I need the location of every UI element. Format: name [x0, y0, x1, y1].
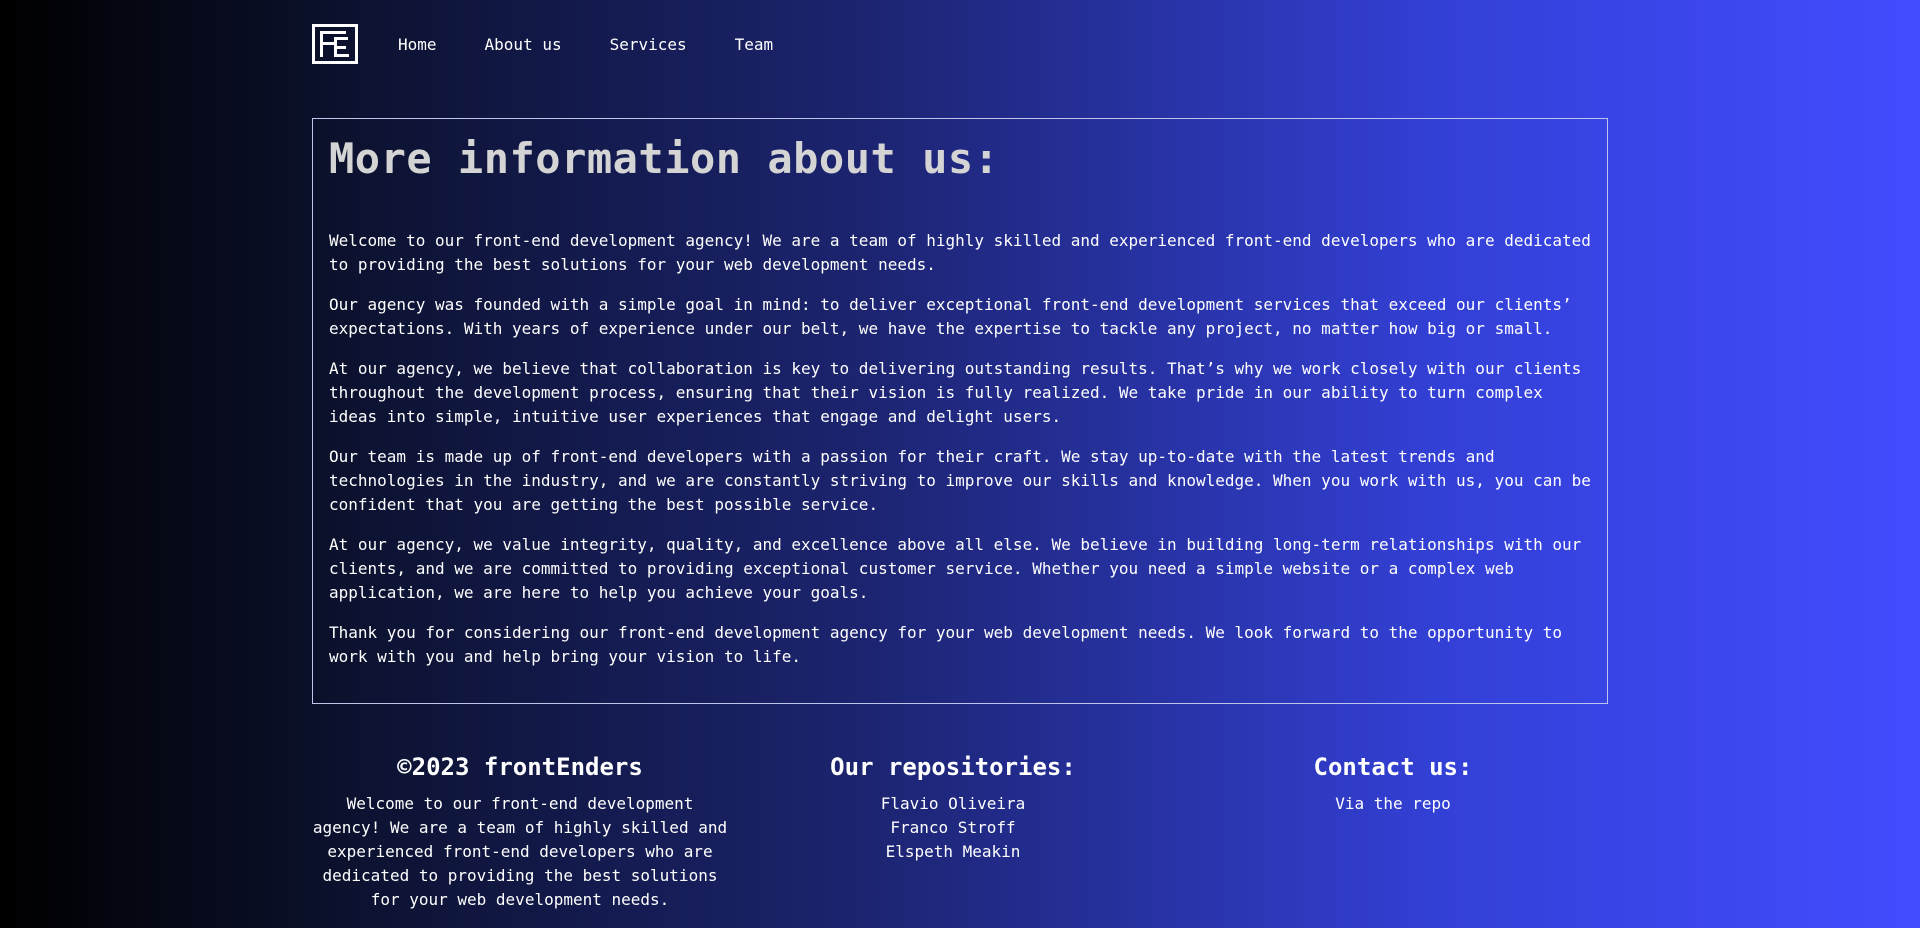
about-paragraph-4: Our team is made up of front-end develop… — [329, 447, 1591, 514]
nav-link-team[interactable]: Team — [735, 35, 774, 54]
nav-link-about-us[interactable]: About us — [485, 35, 562, 54]
repo-link-flavio-oliveira[interactable]: Flavio Oliveira — [728, 792, 1178, 816]
footer-repositories: Our repositories: Flavio Oliveira Franco… — [728, 750, 1178, 912]
about-title: More information about us: — [329, 134, 1000, 183]
repo-link-elspeth-meakin[interactable]: Elspeth Meakin — [728, 840, 1178, 864]
about-paragraph-2: Our agency was founded with a simple goa… — [329, 295, 1572, 338]
logo-icon[interactable] — [312, 24, 358, 64]
footer-repositories-title: Our repositories: — [830, 753, 1076, 781]
about-section: More information about us: Welcome to ou… — [312, 118, 1608, 704]
footer-company: ©2023 frontEnders Welcome to our front-e… — [312, 750, 728, 912]
nav-link-home[interactable]: Home — [398, 35, 437, 54]
footer-contact: Contact us: Via the repo — [1178, 750, 1608, 912]
contact-link-repo[interactable]: Via the repo — [1178, 792, 1608, 816]
about-paragraph-1: Welcome to our front-end development age… — [329, 231, 1591, 274]
navbar: Home About us Services Team — [312, 0, 1608, 88]
repo-link-franco-stroff[interactable]: Franco Stroff — [728, 816, 1178, 840]
footer-company-text: Welcome to our front-end development age… — [312, 794, 728, 909]
page-wrapper: Home About us Services Team More informa… — [312, 0, 1608, 909]
about-paragraph-6: Thank you for considering our front-end … — [329, 623, 1562, 666]
about-paragraph-5: At our agency, we value integrity, quali… — [329, 535, 1582, 602]
footer-company-title: ©2023 frontEnders — [397, 753, 643, 781]
footer: ©2023 frontEnders Welcome to our front-e… — [312, 750, 1608, 912]
about-paragraph-3: At our agency, we believe that collabora… — [329, 359, 1582, 426]
nav-link-services[interactable]: Services — [610, 35, 687, 54]
footer-contact-title: Contact us: — [1313, 753, 1473, 781]
